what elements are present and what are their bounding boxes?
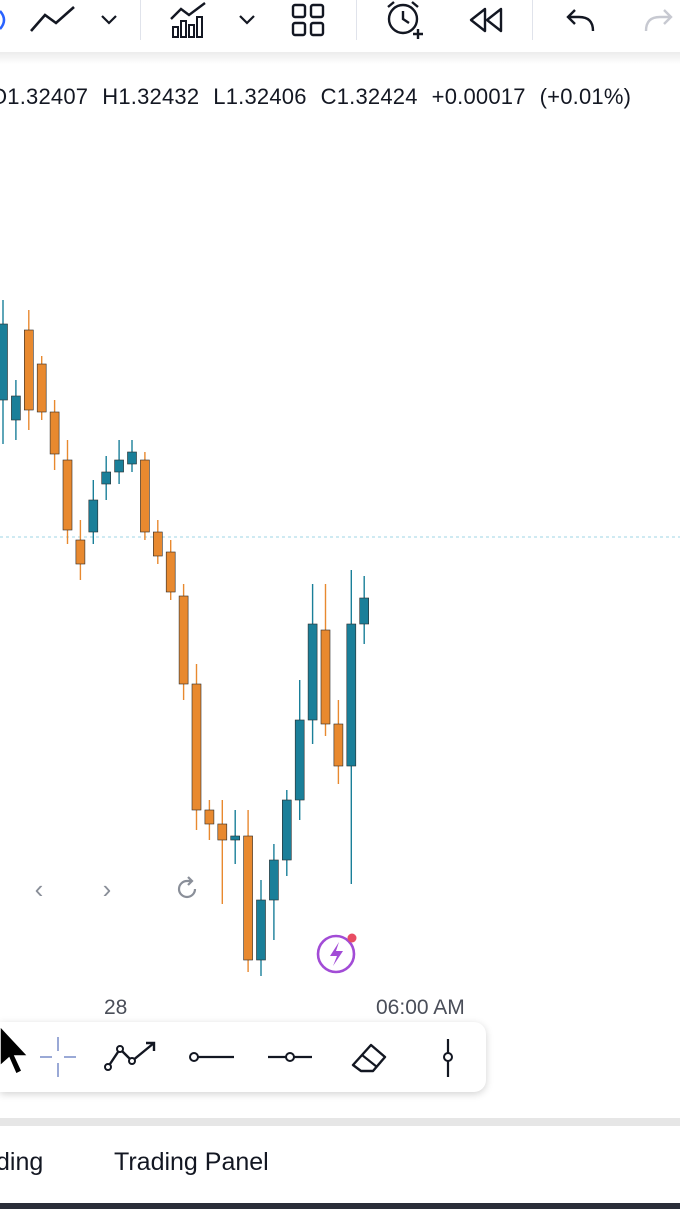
candle-body [165, 551, 176, 593]
candle-body [36, 363, 47, 413]
candle-body [11, 395, 21, 421]
crosshair-icon[interactable] [30, 1022, 86, 1092]
candle-body [269, 859, 279, 901]
candle [359, 576, 370, 644]
ohlc-change-pct: (+0.01%) [539, 84, 632, 109]
ohlc-high: H1.32432 [102, 84, 200, 109]
candle-body [140, 459, 150, 533]
candle [75, 520, 86, 580]
reset-icon[interactable] [172, 872, 202, 906]
candle [178, 584, 189, 700]
candle-body [320, 629, 331, 725]
ohlc-low: L1.32406 [213, 84, 307, 109]
undo-icon[interactable] [558, 0, 604, 40]
candle-body [62, 459, 73, 531]
chevron-down-icon[interactable] [234, 0, 260, 40]
candle [269, 844, 279, 940]
candle-body [114, 459, 124, 473]
tab-trading-panel[interactable]: Trading Panel [114, 1148, 269, 1177]
candle-body [204, 809, 215, 825]
candle-body [127, 451, 137, 465]
candle [204, 800, 215, 840]
candle-body [191, 683, 202, 811]
mouse-cursor-icon [0, 1022, 36, 1083]
time-axis-label: 06:00 AM [376, 996, 465, 1019]
indicators-icon[interactable] [166, 0, 212, 40]
candle-body [346, 623, 357, 767]
candle-body [243, 835, 253, 961]
panel-divider [0, 1118, 680, 1126]
candle [256, 880, 266, 976]
tab-trading[interactable]: ding [0, 1148, 43, 1177]
eraser-icon[interactable] [344, 1022, 396, 1092]
candle-body [88, 499, 99, 533]
candle-body [294, 719, 305, 801]
candle [294, 680, 305, 820]
candle-body [256, 899, 266, 961]
candle [36, 356, 47, 420]
partial-icon[interactable] [0, 0, 14, 40]
trend-line-icon[interactable] [100, 1022, 164, 1092]
horizontal-ray-icon[interactable] [262, 1022, 318, 1092]
candle-body [49, 411, 60, 455]
candle [127, 440, 137, 472]
candle [140, 452, 150, 540]
candle [11, 380, 21, 440]
scroll-right-button[interactable]: › [92, 872, 122, 906]
candle-body [333, 723, 344, 767]
candle [153, 520, 163, 564]
candle [165, 540, 176, 600]
candle-body [217, 823, 228, 841]
candle [243, 810, 253, 972]
candle-body [178, 595, 189, 685]
candle [191, 664, 202, 830]
candle [230, 810, 240, 864]
candle [307, 584, 318, 744]
candle-body [75, 539, 86, 565]
top-toolbar [0, 0, 680, 52]
chevron-down-icon[interactable] [96, 0, 122, 40]
ohlc-change: +0.00017 [431, 84, 526, 109]
horizontal-line-icon[interactable] [184, 1022, 240, 1092]
redo-icon[interactable] [636, 0, 680, 40]
candle [101, 456, 111, 500]
candle [333, 700, 344, 784]
scroll-left-button[interactable]: ‹ [24, 872, 54, 906]
line-chart-icon[interactable] [26, 0, 80, 40]
candle [49, 400, 60, 470]
candle-body [101, 471, 111, 485]
candle [346, 570, 357, 884]
time-axis-label: 28 [104, 996, 128, 1019]
candle [114, 440, 124, 484]
quick-trade-icon[interactable] [314, 930, 360, 976]
candle-body [307, 623, 318, 721]
candle-body [0, 323, 8, 401]
layout-grid-icon[interactable] [286, 0, 330, 40]
ohlc-legend: O1.32407 H1.32432 L1.32406 C1.32424 +0.00017… [0, 84, 680, 112]
candle-body [153, 531, 163, 557]
replay-icon[interactable] [462, 0, 508, 40]
ohlc-close: C1.32424 [320, 84, 418, 109]
candle [281, 790, 292, 876]
vertical-line-icon[interactable] [430, 1022, 466, 1092]
alarm-add-icon[interactable] [380, 0, 430, 40]
candle [320, 584, 331, 736]
bottom-edge [0, 1203, 680, 1209]
drawing-toolbar [0, 1022, 486, 1092]
candle [0, 300, 8, 444]
ohlc-open: O1.32407 [0, 84, 89, 109]
candle [23, 310, 34, 430]
candle [62, 440, 73, 544]
candle-body [23, 329, 34, 411]
candle-body [281, 799, 292, 861]
candle [88, 480, 99, 544]
candle-body [230, 835, 240, 841]
candle-body [359, 597, 370, 625]
candle [217, 800, 228, 904]
toolbar-divider [0, 52, 680, 64]
